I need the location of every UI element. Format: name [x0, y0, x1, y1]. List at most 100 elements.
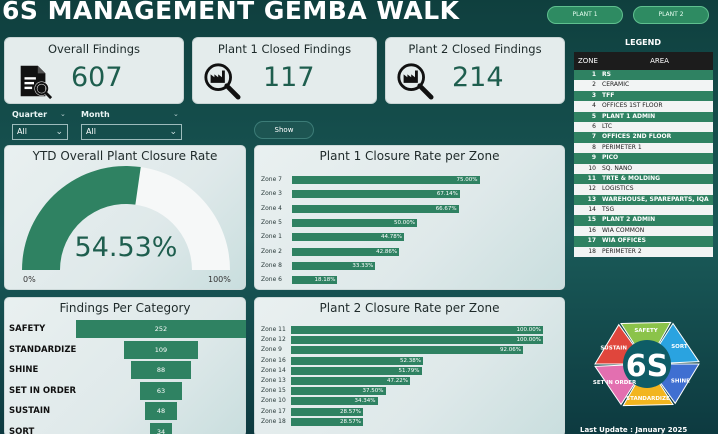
- plant2-button[interactable]: PLANT 2: [633, 6, 709, 24]
- plant2-zone-label: Zone 11: [261, 326, 286, 333]
- plant1-zone-bar: 42.86%: [292, 247, 400, 256]
- plant2-zone-bar: 92.06%: [291, 346, 523, 355]
- plant1-zone-label: Zone 7: [261, 176, 282, 183]
- legend-zone-number: 15: [587, 216, 596, 224]
- plant1-zone-value: 44.78%: [380, 234, 402, 241]
- plant1-zone-bar: 75.00%: [292, 176, 480, 184]
- legend-zone-number: 10: [588, 164, 596, 172]
- legend-zone-number: 3: [591, 91, 596, 99]
- plant1-zone-row: Zone 1 44.78%: [261, 233, 561, 242]
- plant1-zone-label: Zone 5: [261, 218, 282, 226]
- plant1-zone-row: Zone 3 67.14%: [261, 190, 561, 199]
- chevron-down-icon: ⌄: [173, 110, 179, 118]
- legend-col-zone: ZONE: [578, 57, 598, 65]
- plant1-zone-label: Zone 2: [261, 247, 282, 255]
- plant2-zone-value: 47.22%: [387, 378, 408, 384]
- plant1-zone-label: Zone 4: [261, 204, 282, 212]
- plant2-zone-value: 100.00%: [516, 327, 541, 333]
- legend-row: 7 OFFICES 2ND FLOOR: [574, 132, 713, 143]
- quarter-select[interactable]: All ⌄: [12, 124, 68, 140]
- legend-header-row: ZONE AREA: [574, 52, 713, 70]
- legend-row: 17 WIA OFFICES: [574, 236, 713, 247]
- plant1-chart-title: Plant 1 Closure Rate per Zone: [319, 149, 500, 163]
- plant2-zone-bar: 34.34%: [291, 397, 378, 406]
- legend-zone-number: 9: [591, 154, 596, 162]
- category-chart-title: Findings Per Category: [59, 301, 191, 315]
- legend-zone-number: 13: [587, 195, 596, 203]
- plant1-zone-bar: 44.78%: [292, 233, 404, 242]
- plant2-zone-label: Zone 18: [261, 417, 286, 425]
- plant1-zone-value: 50.00%: [394, 219, 415, 226]
- legend-row: 18 PERIMETER 2: [574, 246, 713, 258]
- plant2-zone-value: 34.34%: [354, 398, 376, 405]
- legend-area-name: TFF: [602, 91, 615, 99]
- plant1-zone-value: 67.14%: [436, 191, 458, 198]
- plant1-zone-value: 75.00%: [456, 177, 478, 183]
- legend-row: 8 PERIMETER 1: [574, 142, 713, 154]
- plant2-zone-label: Zone 13: [261, 377, 286, 384]
- chevron-down-icon: ⌄: [60, 110, 66, 118]
- show-button[interactable]: Show: [254, 121, 314, 139]
- plant2-zone-row: Zone 14 51.79%: [261, 366, 561, 376]
- plant1-zone-bar: 67.14%: [292, 190, 460, 199]
- legend-zone-number: 1: [591, 71, 596, 78]
- legend-row: 6 LTC: [574, 121, 713, 133]
- legend-row: 2 CERAMIC: [574, 80, 713, 91]
- logo-word: STANDARDIZE: [626, 396, 670, 402]
- plant2-zone-row: Zone 16 52.38%: [261, 356, 561, 366]
- legend-area-name: OFFICES 2ND FLOOR: [602, 133, 672, 141]
- gauge-min-label: 0%: [23, 275, 36, 284]
- plant1-zone-chart-panel: Plant 1 Closure Rate per Zone Zone 7 75.0…: [254, 145, 565, 290]
- plant1-closed-card: Plant 1 Closed Findings 117: [192, 37, 377, 104]
- plant2-zone-value: 28.57%: [340, 408, 361, 415]
- category-label: SORT: [9, 426, 35, 434]
- plant2-closed-card: Plant 2 Closed Findings 214: [385, 37, 565, 104]
- legend-col-area: AREA: [650, 57, 669, 65]
- legend-row: 14 TSG: [574, 205, 713, 216]
- legend-area-name: PERIMETER 1: [602, 143, 642, 151]
- legend-row: 15 PLANT 2 ADMIN: [574, 215, 713, 226]
- plant1-zone-label: Zone 3: [261, 190, 282, 198]
- plant1-zone-value: 66.67%: [435, 205, 457, 212]
- plant1-zone-label: Zone 1: [261, 233, 282, 241]
- plant2-zone-row: Zone 12 100.00%: [261, 336, 561, 345]
- plant2-zone-row: Zone 9 92.06%: [261, 346, 561, 355]
- month-select[interactable]: All ⌄: [81, 124, 182, 140]
- legend-area-name: PLANT 1 ADMIN: [602, 112, 656, 120]
- legend-row: 13 WAREHOUSE, SPAREPARTS, IQA: [574, 194, 713, 206]
- plant1-button[interactable]: PLANT 1: [547, 6, 623, 24]
- plant2-chart-title: Plant 2 Closure Rate per Zone: [319, 301, 500, 315]
- logo-word: SAFETY: [634, 328, 658, 334]
- legend-area-name: CERAMIC: [602, 81, 630, 89]
- plant1-zone-value: 33.33%: [352, 262, 374, 269]
- findings-category-panel: Findings Per Category SAFETY 252 STANDARDI…: [4, 297, 246, 434]
- plant1-closed-title: Plant 1 Closed Findings: [217, 42, 352, 56]
- category-label: SAFETY: [9, 324, 46, 334]
- logo-center-text: 6S: [626, 349, 668, 384]
- category-label: SET IN ORDER: [9, 385, 77, 396]
- category-bar: 48: [144, 402, 178, 420]
- category-label: STANDARDIZE: [9, 344, 77, 355]
- plant2-zone-bar: 100.00%: [291, 326, 543, 334]
- document-search-icon: [20, 65, 53, 100]
- logo-word: SORT: [671, 344, 688, 350]
- closure-rate-gauge: [22, 166, 230, 270]
- plant1-zone-label: Zone 6: [261, 276, 282, 284]
- plant2-zone-bar: 37.50%: [291, 387, 386, 396]
- category-value: 63: [156, 386, 166, 395]
- overall-findings-card: Overall Findings 607: [4, 37, 184, 104]
- legend-area-name: WIA OFFICES: [602, 237, 646, 245]
- plant2-zone-bar: 52.38%: [291, 356, 423, 365]
- plant2-zone-value: 52.38%: [400, 357, 421, 364]
- category-label: SUSTAIN: [9, 406, 51, 416]
- overall-findings-title: Overall Findings: [47, 42, 141, 56]
- plant2-zone-label: Zone 9: [261, 346, 282, 354]
- legend-area-name: SQ. NANO: [602, 164, 633, 172]
- plant1-zone-row: Zone 2 42.86%: [261, 247, 561, 257]
- legend-row: 10 SQ. NANO: [574, 163, 713, 174]
- category-bar: 63: [139, 381, 183, 400]
- last-update-label: Last Update : January 2025: [580, 426, 688, 434]
- plant1-zone-row: Zone 4 66.67%: [261, 204, 561, 214]
- legend-area-name: TRTE & MOLDING: [602, 174, 661, 182]
- plant1-zone-bar: 18.18%: [292, 276, 338, 285]
